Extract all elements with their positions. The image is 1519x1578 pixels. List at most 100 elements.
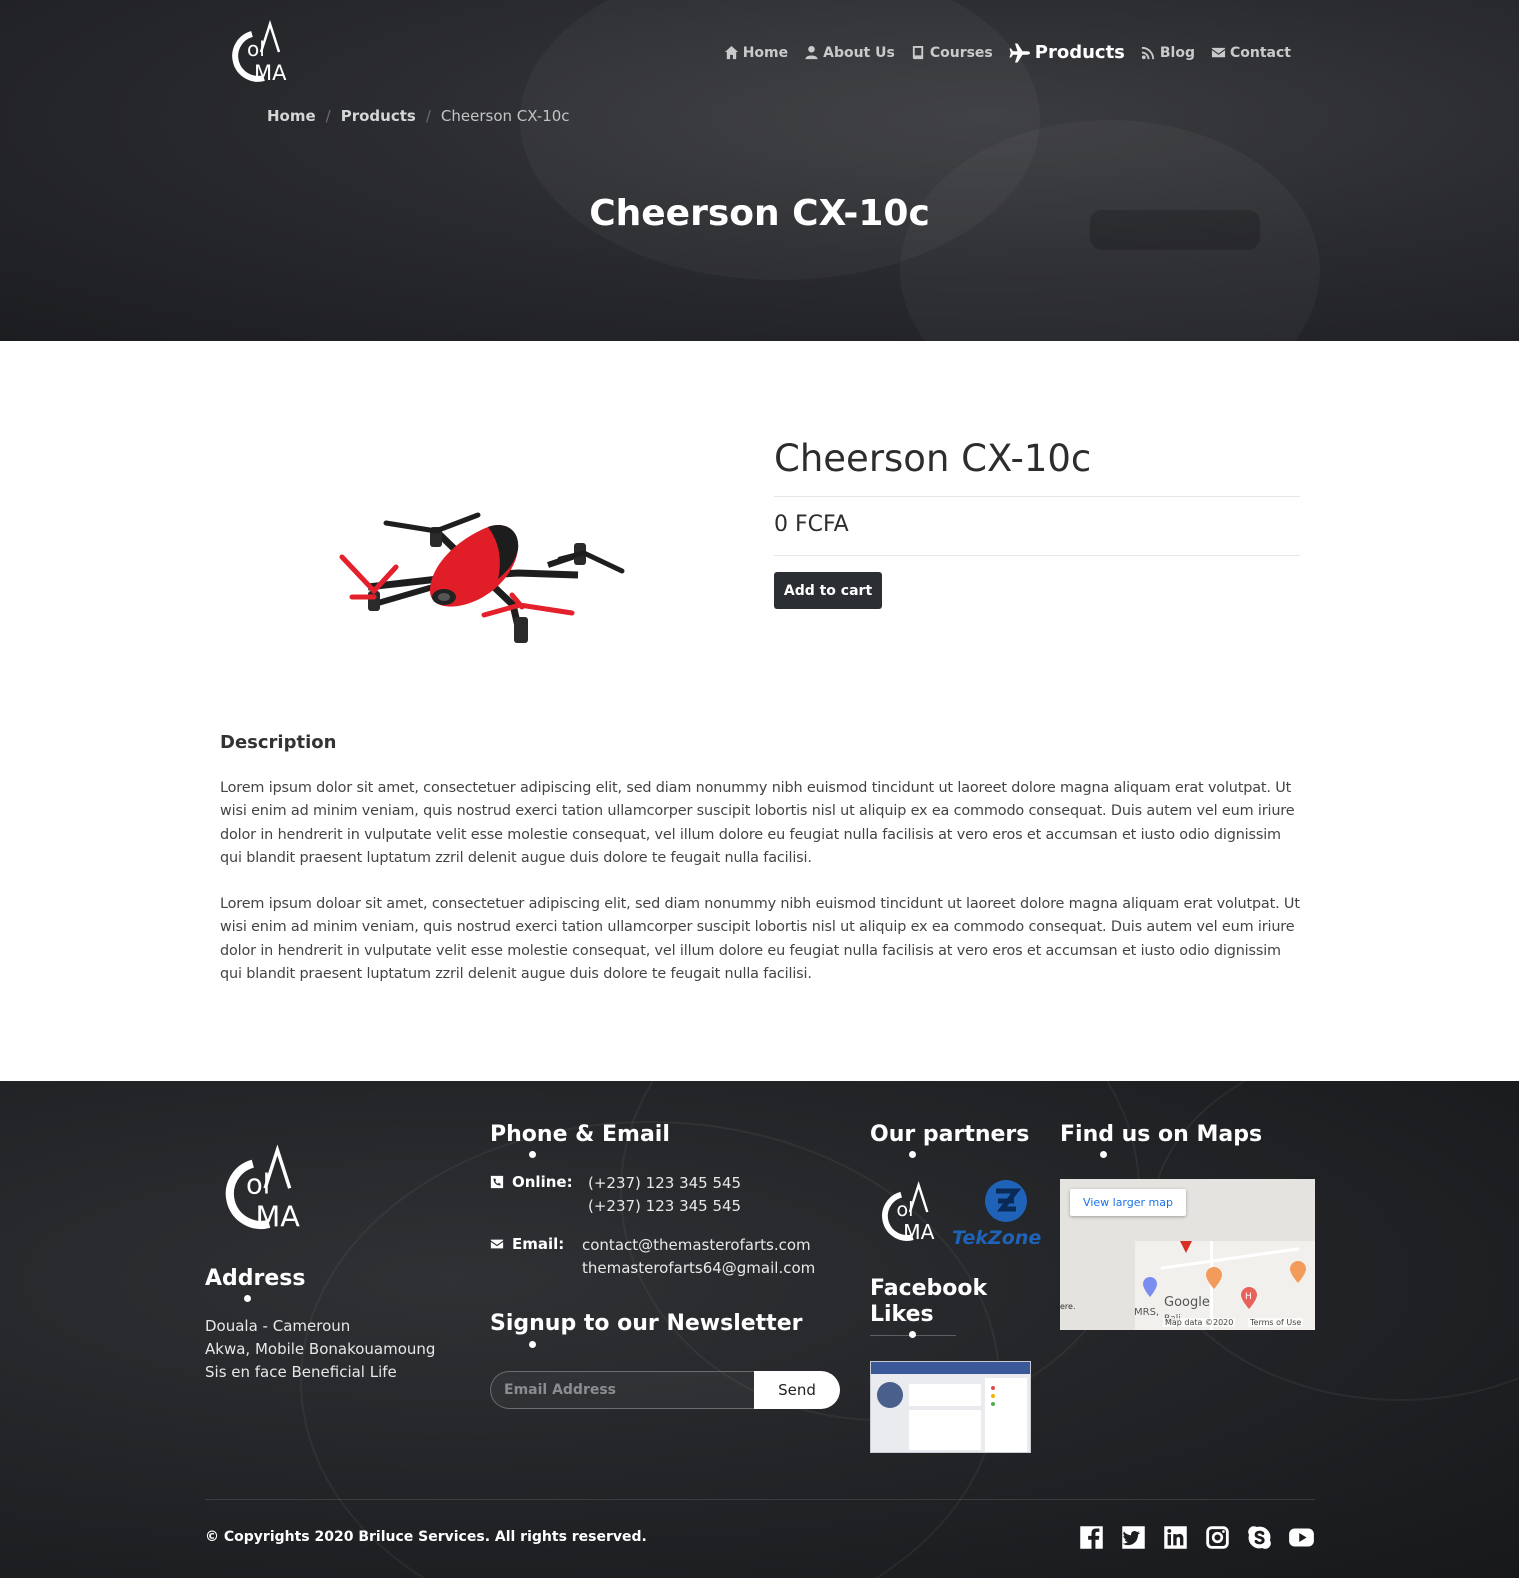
email-addresses: contact@themasterofarts.com themasterofa… <box>582 1234 815 1280</box>
home-icon <box>724 45 738 60</box>
facebook-icon <box>1080 1526 1103 1549</box>
add-to-cart-button[interactable]: Add to cart <box>774 572 882 609</box>
facebook-heading-line: Facebook <box>870 1276 988 1301</box>
email-label: Email: <box>490 1235 564 1253</box>
heading-dot <box>909 1331 916 1338</box>
svg-text:MA: MA <box>256 1200 301 1234</box>
avatar <box>877 1382 903 1408</box>
address-line: Douala - Cameroun <box>205 1317 351 1335</box>
nav-courses-label: Courses <box>929 44 993 61</box>
breadcrumb-home[interactable]: Home <box>267 107 316 125</box>
tekzone-wordmark: TekZone <box>952 1227 1042 1249</box>
map-label: MRS, <box>1134 1307 1160 1318</box>
map-data-attribution: Map data ©2020 <box>1163 1318 1236 1327</box>
map-terms-link[interactable]: Terms of Use <box>1248 1318 1304 1327</box>
plane-icon <box>1009 43 1030 62</box>
tekzone-globe-icon <box>985 1180 1027 1222</box>
footer-logo[interactable]: ol MA <box>220 1143 302 1239</box>
map-label: ere. <box>1060 1302 1076 1311</box>
restaurant-marker-icon <box>1290 1261 1306 1283</box>
description-paragraph: Lorem ipsum dolor sit amet, consectetuer… <box>220 780 1295 866</box>
contact-heading: Phone & Email <box>490 1122 670 1147</box>
facebook-link[interactable] <box>1078 1524 1105 1551</box>
svg-text:MA: MA <box>903 1220 934 1244</box>
online-label: Online: <box>490 1173 573 1191</box>
breadcrumb-separator: / <box>425 107 431 125</box>
online-label-text: Online: <box>512 1173 573 1191</box>
facebook-likes-widget[interactable] <box>870 1361 1031 1453</box>
address-text: Douala - Cameroun Akwa, Mobile Bonakouam… <box>205 1315 435 1384</box>
footer-divider <box>205 1499 1315 1500</box>
twitter-link[interactable] <box>1120 1524 1147 1551</box>
product-name: Cheerson CX-10c <box>774 437 1092 480</box>
nav-contact[interactable]: Contact <box>1211 45 1291 61</box>
rss-icon <box>1141 46 1155 60</box>
description-heading: Description <box>220 732 337 753</box>
nav-home[interactable]: Home <box>724 45 788 61</box>
phone-numbers: (+237) 123 345 545 (+237) 123 345 545 <box>588 1172 741 1218</box>
site-footer: ol MA Address Douala - Cameroun Akwa, Mo… <box>0 1081 1519 1578</box>
copyright-prefix: © Copyrights 2020 <box>205 1529 359 1545</box>
newsletter-send-button[interactable]: Send <box>754 1371 840 1409</box>
facebook-dot <box>991 1402 995 1406</box>
phone-icon <box>490 1175 504 1189</box>
instagram-icon <box>1206 1526 1229 1549</box>
heading-dot <box>529 1341 536 1348</box>
nav-courses[interactable]: Courses <box>911 45 993 61</box>
page-header: ol MA Home About Us Courses Products Blo… <box>0 0 1519 341</box>
youtube-link[interactable] <box>1288 1524 1315 1551</box>
copyright-brand[interactable]: Briluce Services <box>358 1529 484 1545</box>
breadcrumb-products[interactable]: Products <box>341 107 416 125</box>
skype-link[interactable] <box>1246 1524 1273 1551</box>
hospital-marker-icon: H <box>1241 1287 1257 1309</box>
breadcrumb-separator: / <box>325 107 331 125</box>
heading-dot <box>1100 1151 1107 1158</box>
svg-text:H: H <box>1245 1292 1252 1302</box>
google-map[interactable]: View larger map H ere. MRS, Bali Google … <box>1060 1179 1315 1330</box>
instagram-link[interactable] <box>1204 1524 1231 1551</box>
heading-dot <box>529 1151 536 1158</box>
google-logo: Google <box>1164 1295 1210 1310</box>
nav-home-label: Home <box>742 44 789 61</box>
email-address[interactable]: contact@themasterofarts.com <box>582 1234 815 1257</box>
linkedin-icon <box>1164 1526 1187 1549</box>
restaurant-marker-icon <box>1206 1267 1222 1289</box>
nav-products-label: Products <box>1034 42 1125 63</box>
phone-number[interactable]: (+237) 123 345 545 <box>588 1195 741 1218</box>
facebook-card <box>909 1384 981 1406</box>
description-paragraph: Lorem ipsum doloar sit amet, consectetue… <box>220 896 1300 982</box>
facebook-card <box>909 1410 981 1450</box>
email-address[interactable]: themasterofarts64@gmail.com <box>582 1257 815 1280</box>
address-heading: Address <box>205 1266 306 1291</box>
map-pin-icon <box>1180 1241 1192 1253</box>
nav-blog[interactable]: Blog <box>1141 45 1195 61</box>
product-price: 0 FCFA <box>774 512 849 537</box>
newsletter-email-input[interactable] <box>490 1371 754 1409</box>
heading-dot <box>244 1295 251 1302</box>
newsletter-form: Send <box>490 1371 840 1409</box>
book-icon <box>912 45 924 60</box>
facebook-heading-line: Likes <box>870 1302 934 1327</box>
partner-logo-olma[interactable]: ol MA <box>878 1181 936 1247</box>
view-larger-map-link[interactable]: View larger map <box>1070 1189 1186 1216</box>
skype-icon <box>1248 1526 1271 1549</box>
envelope-icon <box>1211 47 1226 58</box>
nav-products[interactable]: Products <box>1009 42 1125 63</box>
maps-heading: Find us on Maps <box>1060 1122 1263 1147</box>
partner-logo-tekzone[interactable]: TekZone <box>952 1177 1060 1249</box>
facebook-dot <box>991 1394 995 1398</box>
svg-text:MA: MA <box>254 61 287 85</box>
phone-number[interactable]: (+237) 123 345 545 <box>588 1172 741 1195</box>
main-nav: Home About Us Courses Products Blog Cont… <box>724 42 1291 63</box>
nav-contact-label: Contact <box>1230 44 1291 61</box>
gas-station-marker-icon <box>1143 1277 1157 1297</box>
divider <box>774 555 1300 556</box>
address-line: Sis en face Beneficial Life <box>205 1363 397 1381</box>
site-logo[interactable]: ol MA <box>228 20 288 88</box>
nav-about[interactable]: About Us <box>804 45 895 61</box>
map-area <box>1135 1241 1315 1330</box>
newsletter-heading: Signup to our Newsletter <box>490 1311 803 1336</box>
linkedin-link[interactable] <box>1162 1524 1189 1551</box>
copyright-text: © Copyrights 2020 Briluce Services. All … <box>205 1529 647 1545</box>
partners-heading: Our partners <box>870 1122 1030 1147</box>
